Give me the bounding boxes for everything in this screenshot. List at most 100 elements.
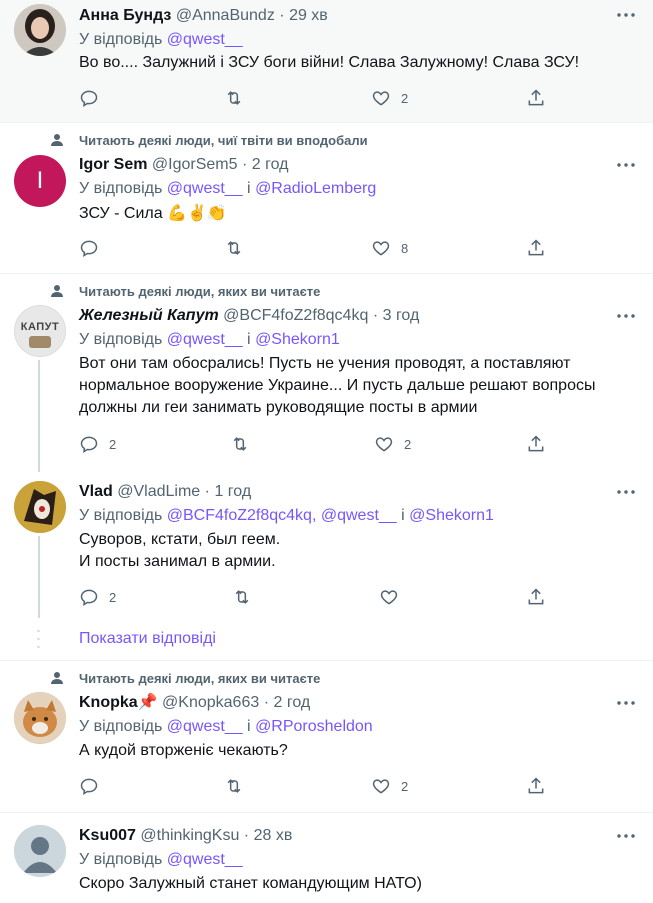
like-button[interactable]: 2: [374, 433, 411, 455]
like-count: 2: [401, 90, 409, 106]
reply-and: і: [247, 180, 251, 197]
reply-count: 2: [109, 589, 117, 605]
more-options-icon[interactable]: [616, 5, 636, 25]
author-name[interactable]: Igor Sem: [79, 156, 147, 173]
author-handle[interactable]: @IgorSem5: [152, 156, 238, 173]
reply-mention[interactable]: @qwest__: [167, 331, 243, 348]
person-icon: [51, 672, 63, 684]
author-name[interactable]: Железный Капут: [79, 307, 219, 324]
retweet-icon: [235, 590, 249, 604]
more-options-icon[interactable]: [616, 306, 636, 326]
tweet-text: Вот они там обосрались! Пусть не учения …: [79, 353, 595, 419]
more-options-icon[interactable]: [616, 155, 636, 175]
show-replies-link[interactable]: Показати відповіді: [79, 630, 216, 648]
tweet-text: Суворов, кстати, был геем. И посты заним…: [79, 529, 280, 573]
like-button[interactable]: 2: [371, 775, 408, 797]
reply-prefix: У відповідь: [79, 507, 163, 524]
reply-count: 2: [109, 436, 117, 452]
reply-mention[interactable]: @RadioLemberg: [255, 180, 376, 197]
reply-context: У відповідь @qwest__: [79, 850, 243, 870]
reply-icon: [80, 436, 98, 453]
reply-icon: [80, 240, 98, 257]
retweet-button[interactable]: [232, 586, 252, 608]
share-icon: [528, 588, 544, 605]
tweet-text-line: А кудой вторженіє чекають?: [79, 742, 288, 759]
tweet-time[interactable]: 1 год: [214, 483, 251, 500]
author-name[interactable]: Knopka: [79, 694, 138, 711]
more-options-icon[interactable]: [616, 693, 636, 713]
reply-mention[interactable]: @BCF4foZ2f8qc4kq,: [167, 507, 317, 524]
reply-button[interactable]: [79, 237, 99, 259]
reply-and: і: [247, 718, 251, 735]
reply-mention[interactable]: @qwest__: [167, 180, 243, 197]
author-name[interactable]: Ksu007: [79, 827, 136, 844]
retweet-icon: [233, 437, 247, 451]
avatar[interactable]: [14, 4, 66, 56]
tweet-time[interactable]: 2 год: [252, 156, 289, 173]
like-button[interactable]: [379, 586, 399, 608]
share-button[interactable]: [526, 775, 546, 797]
share-button[interactable]: [526, 433, 546, 455]
author-name[interactable]: Анна Бундз: [79, 7, 171, 24]
separator-dot: ·: [279, 7, 285, 24]
thread-dots: [37, 629, 40, 649]
share-icon: [528, 435, 544, 452]
tweet-text-line: ЗСУ - Сила 💪✌️👏: [79, 205, 227, 222]
reply-mention[interactable]: @Shekorn1: [409, 507, 494, 524]
retweet-button[interactable]: [224, 775, 244, 797]
more-options-icon[interactable]: [616, 482, 636, 502]
share-button[interactable]: [526, 237, 546, 259]
tweet-time[interactable]: 28 хв: [254, 827, 293, 844]
reply-prefix: У відповідь: [79, 31, 163, 48]
reply-mention[interactable]: @RPorosheldon: [255, 718, 373, 735]
reply-button[interactable]: [79, 775, 99, 797]
tweet-text: ЗСУ - Сила 💪✌️👏: [79, 203, 227, 225]
reply-mention[interactable]: @qwest__: [167, 31, 243, 48]
avatar[interactable]: [14, 481, 66, 533]
reply-mention[interactable]: @qwest__: [167, 718, 243, 735]
author-handle[interactable]: @AnnaBundz: [176, 7, 275, 24]
reply-icon: [80, 589, 98, 606]
like-button[interactable]: 8: [371, 237, 408, 259]
tweet-text-line: Суворов, кстати, был геем.: [79, 531, 281, 548]
separator-dot: ·: [241, 156, 248, 173]
retweet-button[interactable]: [224, 87, 244, 109]
tweet-time[interactable]: 2 год: [273, 694, 310, 711]
author-name[interactable]: Vlad: [79, 483, 113, 500]
avatar[interactable]: [14, 825, 66, 877]
reply-button[interactable]: 2: [79, 586, 116, 608]
like-button[interactable]: 2: [371, 87, 408, 109]
retweet-button[interactable]: [230, 433, 250, 455]
tweet-time[interactable]: 29 хв: [289, 7, 328, 24]
retweet-icon: [227, 91, 241, 105]
author-handle[interactable]: @Knopka663: [162, 694, 259, 711]
share-button[interactable]: [526, 87, 546, 109]
reply-mention[interactable]: @qwest__: [167, 851, 243, 868]
avatar[interactable]: КАПУТ: [14, 305, 66, 357]
reply-mention[interactable]: @qwest__: [321, 507, 397, 524]
reply-button[interactable]: [79, 87, 99, 109]
author-handle[interactable]: @thinkingKsu: [140, 827, 239, 844]
reply-mention[interactable]: @Shekorn1: [255, 331, 340, 348]
tweet-text: Во во.... Залужний і ЗСУ боги війни! Сла…: [79, 52, 579, 74]
reply-context: У відповідь @qwest__: [79, 30, 243, 50]
reply-context: У відповідь @qwest__ і @RadioLemberg: [79, 179, 376, 199]
retweet-button[interactable]: [224, 237, 244, 259]
heart-icon: [380, 590, 398, 605]
reply-context: У відповідь @BCF4foZ2f8qc4kq, @qwest__ і…: [79, 506, 494, 526]
author-handle[interactable]: @VladLime: [117, 483, 200, 500]
retweet-icon: [227, 779, 241, 793]
avatar[interactable]: [14, 692, 66, 744]
separator-dot: ·: [204, 483, 210, 500]
tweet-time[interactable]: 3 год: [383, 307, 420, 324]
avatar-text: КАПУТ: [20, 321, 60, 333]
author-handle[interactable]: @BCF4foZ2f8qc4kq: [223, 307, 368, 324]
reply-icon: [80, 778, 98, 795]
share-button[interactable]: [526, 586, 546, 608]
like-count: 2: [404, 436, 412, 452]
divider: [0, 273, 653, 274]
more-options-icon[interactable]: [616, 826, 636, 846]
reply-button[interactable]: 2: [79, 433, 116, 455]
avatar[interactable]: I: [14, 155, 66, 207]
like-count: 8: [401, 240, 409, 256]
